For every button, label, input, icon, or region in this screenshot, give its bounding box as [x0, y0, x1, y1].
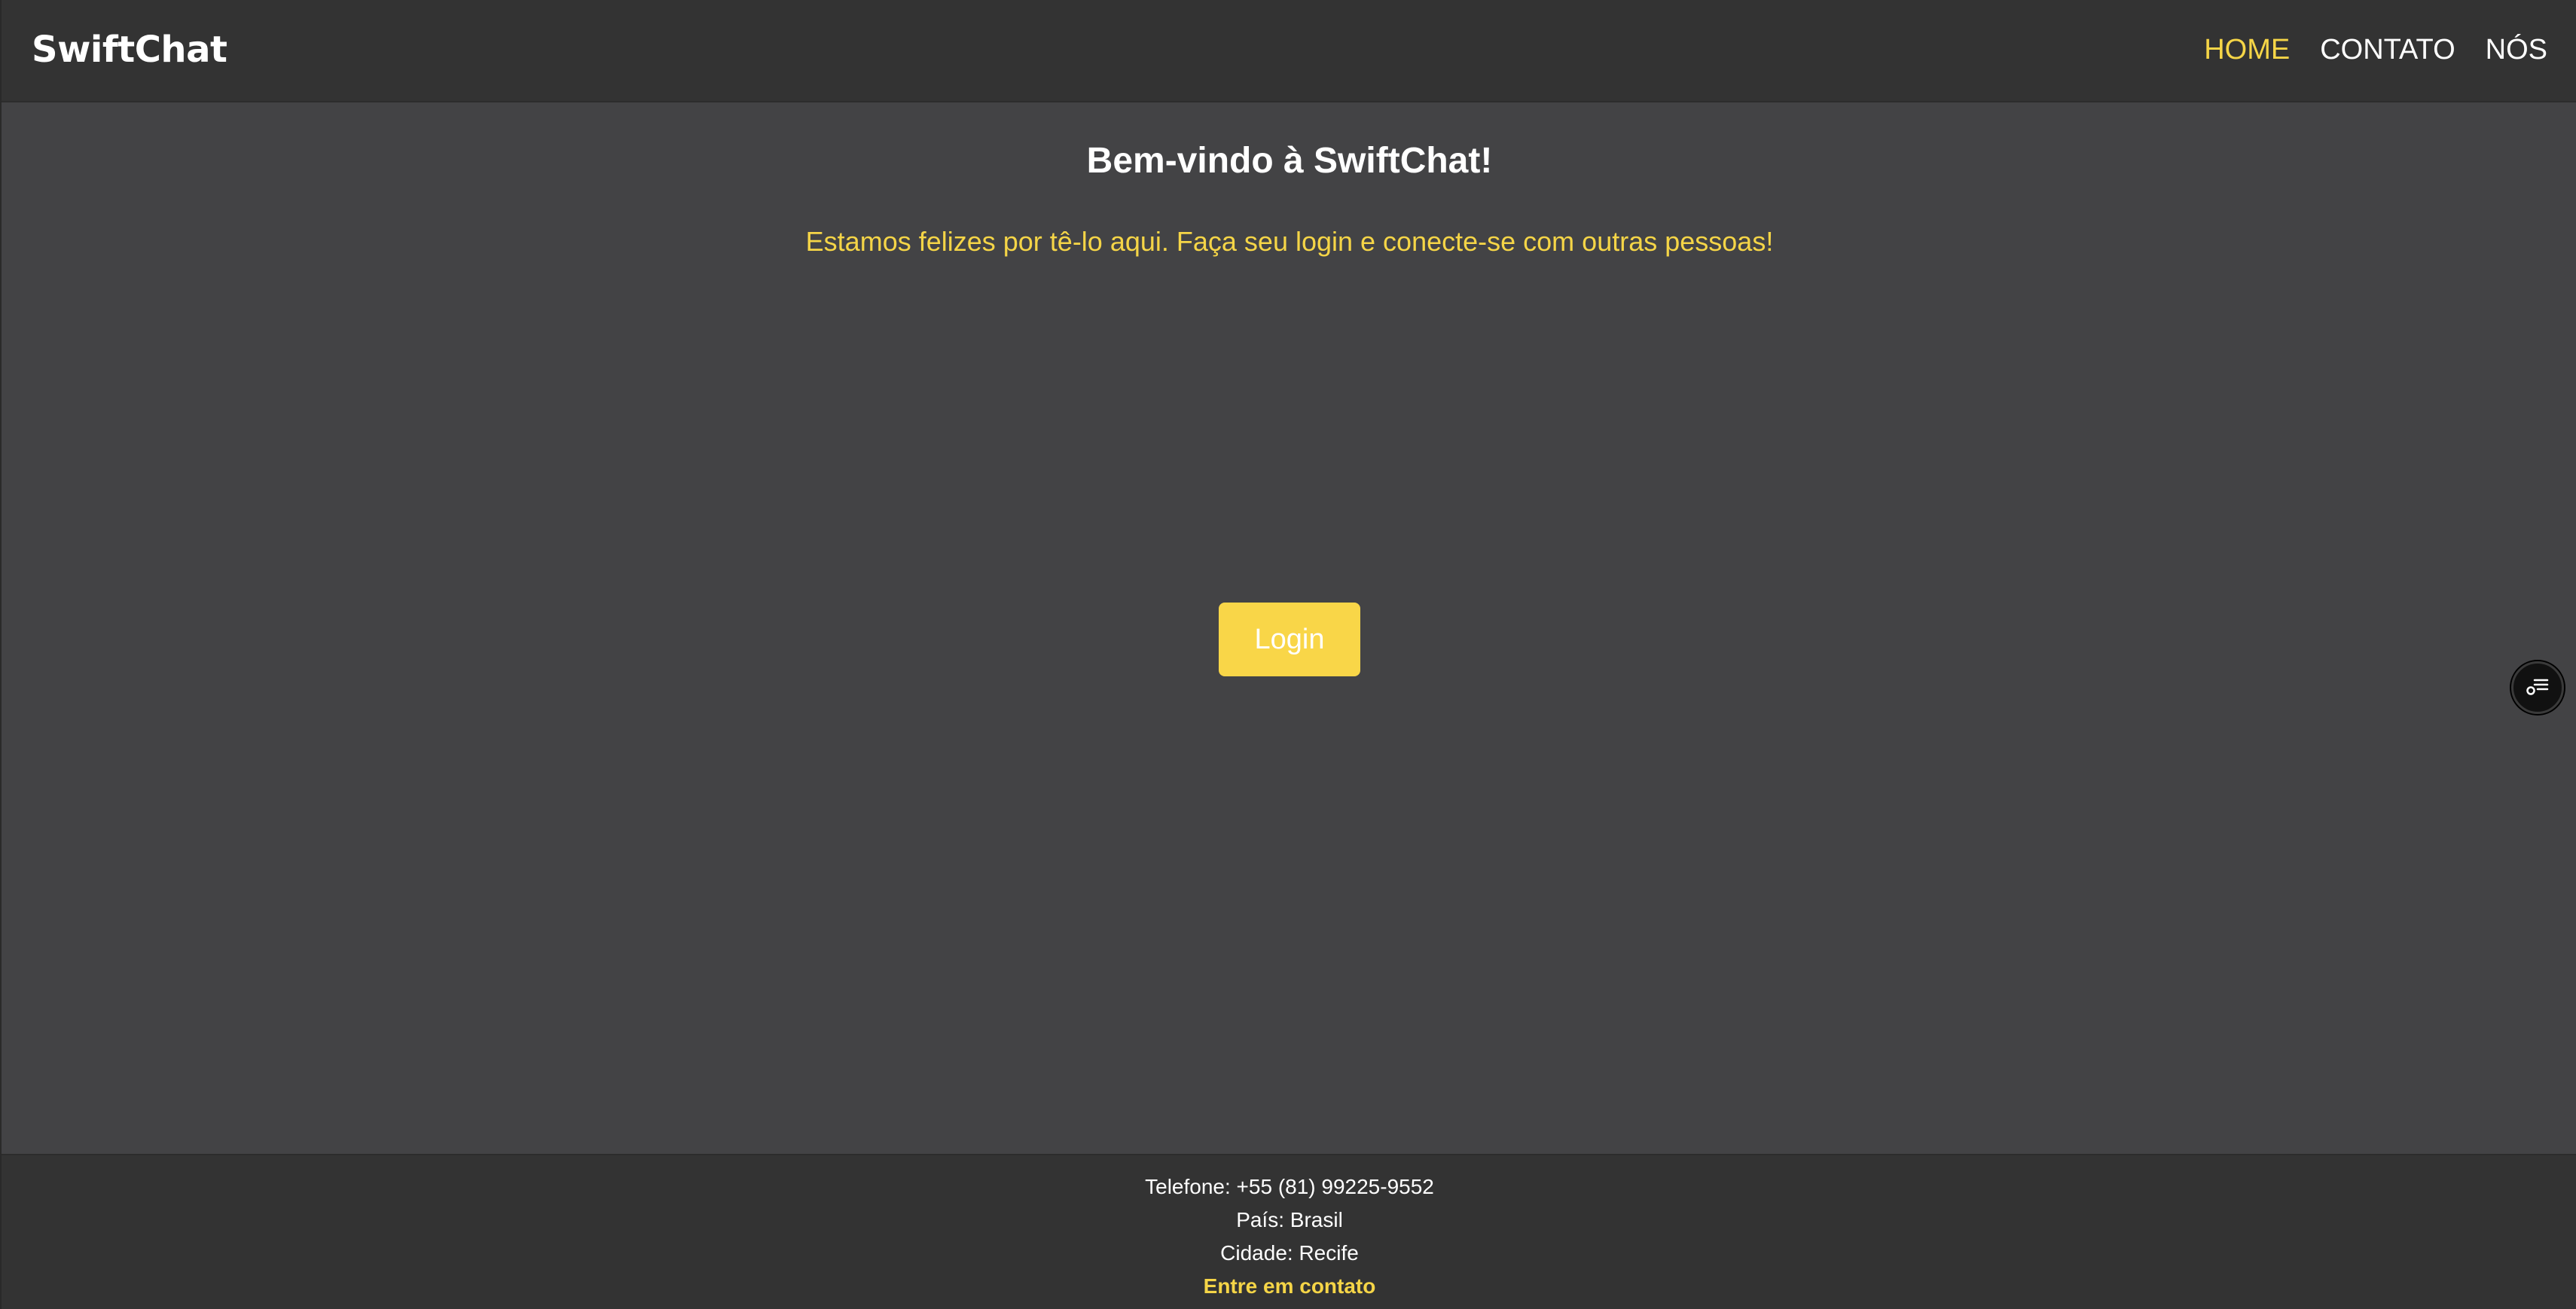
- footer-country: País: Brasil: [1236, 1208, 1343, 1231]
- nav-link-contato[interactable]: CONTATO: [2320, 30, 2455, 69]
- filter-list-icon: [2526, 679, 2549, 695]
- login-button[interactable]: Login: [1219, 603, 1360, 676]
- page: SwiftChat HOME CONTATO NÓS Bem-vindo à S…: [0, 0, 2576, 1309]
- top-navbar: SwiftChat HOME CONTATO NÓS: [2, 0, 2576, 102]
- footer-contact-row: Entre em contato: [2, 1271, 2576, 1301]
- main-nav: HOME CONTATO NÓS: [2204, 30, 2547, 69]
- footer-phone: Telefone: +55 (81) 99225-9552: [1145, 1175, 1434, 1198]
- nav-link-nos[interactable]: NÓS: [2486, 30, 2547, 69]
- contact-link[interactable]: Entre em contato: [1204, 1274, 1376, 1298]
- footer: Telefone: +55 (81) 99225-9552 País: Bras…: [2, 1154, 2576, 1309]
- welcome-subtitle: Estamos felizes por tê-lo aqui. Faça seu…: [805, 226, 1774, 257]
- footer-city: Cidade: Recife: [1220, 1241, 1359, 1265]
- floating-menu-button[interactable]: [2511, 661, 2564, 714]
- brand-logo[interactable]: SwiftChat: [32, 26, 227, 74]
- welcome-title: Bem-vindo à SwiftChat!: [1086, 141, 1493, 181]
- nav-link-home[interactable]: HOME: [2204, 30, 2290, 69]
